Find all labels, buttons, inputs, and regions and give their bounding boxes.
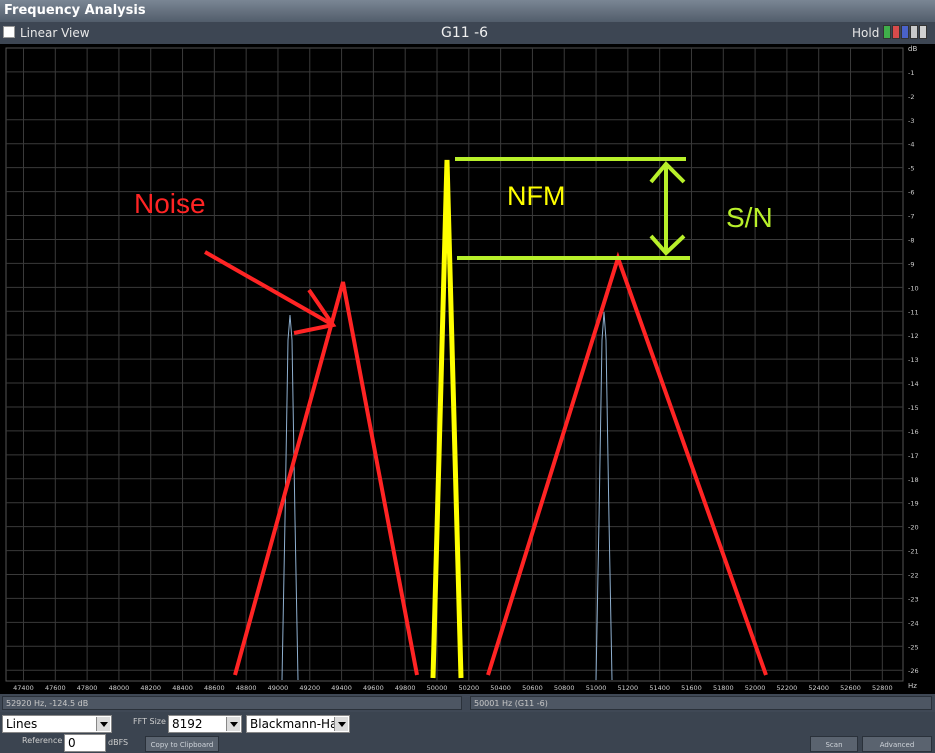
- db-tick-label: -7: [908, 213, 914, 221]
- status-bar: 52920 Hz, -124.5 dB 50001 Hz (G11 -6): [0, 694, 935, 712]
- db-tick-label: -6: [908, 189, 914, 197]
- hold-green-button[interactable]: [883, 25, 891, 39]
- frequency-tick-label: 47800: [77, 684, 98, 692]
- peak-readout: 50001 Hz (G11 -6): [470, 696, 932, 710]
- display-mode-value: Lines: [6, 717, 38, 731]
- frequency-tick-label: 51800: [713, 684, 734, 692]
- frequency-tick-label: 51200: [618, 684, 639, 692]
- db-tick-label: -21: [908, 548, 919, 556]
- copy-to-clipboard-button[interactable]: Copy to Clipboard: [145, 736, 219, 752]
- display-mode-select[interactable]: Lines: [2, 715, 112, 733]
- fft-size-select[interactable]: 8192: [168, 715, 242, 733]
- hold-white-button[interactable]: [919, 25, 927, 39]
- frequency-tick-label: 50800: [554, 684, 575, 692]
- frequency-tick-label: 51600: [681, 684, 702, 692]
- hz-unit-label: Hz: [908, 682, 917, 690]
- db-tick-label: -20: [908, 524, 919, 532]
- db-tick-label: -23: [908, 595, 919, 603]
- frequency-tick-label: 51400: [649, 684, 670, 692]
- db-axis: -1 -2 -3 -4 -5 -6 -7 -8 -9 -10 -11 -12 -13 -14 -15 -16 -…: [908, 69, 919, 675]
- reference-label: Reference: [22, 736, 63, 745]
- linear-view-label: Linear View: [20, 26, 90, 40]
- db-tick-label: -4: [908, 141, 914, 149]
- reference-unit: dBFS: [108, 738, 129, 747]
- frequency-tick-label: 50000: [427, 684, 448, 692]
- db-tick-label: -19: [908, 500, 919, 508]
- scan-button[interactable]: Scan: [810, 736, 858, 752]
- channel-title: G11 -6: [441, 25, 489, 41]
- db-tick-label: -13: [908, 356, 919, 364]
- db-tick-label: -1: [908, 69, 914, 77]
- hold-label: Hold: [852, 26, 880, 40]
- frequency-tick-label: 50600: [522, 684, 543, 692]
- frequency-tick-label: 49800: [395, 684, 416, 692]
- db-tick-label: -11: [908, 308, 919, 316]
- window-title: Frequency Analysis: [0, 0, 935, 22]
- db-tick-label: -15: [908, 404, 919, 412]
- hold-gray-button[interactable]: [910, 25, 918, 39]
- display-mode-dropdown-icon[interactable]: [96, 717, 110, 731]
- db-tick-label: -17: [908, 452, 919, 460]
- db-tick-label: -26: [908, 667, 919, 675]
- noise-label: Noise: [134, 188, 206, 219]
- db-tick-label: -3: [908, 117, 914, 125]
- reference-input[interactable]: 0: [64, 734, 106, 752]
- frequency-tick-label: 49600: [363, 684, 384, 692]
- db-tick-label: -10: [908, 284, 919, 292]
- frequency-tick-label: 48000: [109, 684, 130, 692]
- control-panel: Lines FFT Size 8192 Blackmann-Har Refere…: [0, 712, 935, 753]
- db-tick-label: -2: [908, 93, 914, 101]
- cursor-readout: 52920 Hz, -124.5 dB: [2, 696, 462, 710]
- db-tick-label: -25: [908, 643, 919, 651]
- db-tick-label: -22: [908, 572, 919, 580]
- frequency-tick-label: 52800: [872, 684, 893, 692]
- frequency-tick-label: 48600: [204, 684, 225, 692]
- frequency-tick-label: 51000: [586, 684, 607, 692]
- db-tick-label: -16: [908, 428, 919, 436]
- db-unit-label: dB: [908, 45, 917, 53]
- frequency-tick-label: 49000: [268, 684, 289, 692]
- nfm-label: NFM: [507, 181, 565, 211]
- frequency-tick-label: 49400: [331, 684, 352, 692]
- window-function-value: Blackmann-Har: [250, 717, 343, 731]
- db-tick-label: -12: [908, 332, 919, 340]
- fft-size-dropdown-icon[interactable]: [226, 717, 240, 731]
- hold-blue-button[interactable]: [901, 25, 909, 39]
- frequency-tick-label: 52200: [777, 684, 798, 692]
- frequency-tick-label: 47600: [45, 684, 66, 692]
- frequency-tick-label: 48400: [172, 684, 193, 692]
- db-tick-label: -18: [908, 476, 919, 484]
- db-tick-label: -14: [908, 380, 919, 388]
- frequency-axis: 47400 47600 47800 48000 48200 48400 48600 48800…: [13, 684, 893, 692]
- fft-size-value: 8192: [172, 717, 203, 731]
- frequency-tick-label: 48800: [236, 684, 257, 692]
- spectrum-plot[interactable]: -1 -2 -3 -4 -5 -6 -7 -8 -9 -10 -11 -12 -13 -14 -15 -16 -…: [0, 44, 935, 694]
- db-tick-label: -5: [908, 165, 914, 173]
- window-function-dropdown-icon[interactable]: [334, 717, 348, 731]
- hold-red-button[interactable]: [892, 25, 900, 39]
- db-tick-label: -24: [908, 619, 919, 627]
- db-tick-label: -9: [908, 260, 914, 268]
- toolbar: Linear View G11 -6 Hold: [0, 22, 935, 44]
- frequency-tick-label: 47400: [13, 684, 34, 692]
- frequency-tick-label: 48200: [140, 684, 161, 692]
- db-tick-label: -8: [908, 236, 914, 244]
- frequency-tick-label: 52400: [808, 684, 829, 692]
- frequency-tick-label: 50400: [490, 684, 511, 692]
- advanced-button[interactable]: Advanced: [862, 736, 932, 752]
- frequency-tick-label: 50200: [458, 684, 479, 692]
- frequency-tick-label: 49200: [299, 684, 320, 692]
- fft-size-label: FFT Size: [133, 717, 166, 726]
- frequency-tick-label: 52000: [745, 684, 766, 692]
- linear-view-checkbox[interactable]: [3, 26, 15, 38]
- sn-label: S/N: [726, 202, 773, 233]
- window-function-select[interactable]: Blackmann-Har: [246, 715, 350, 733]
- frequency-tick-label: 52600: [840, 684, 861, 692]
- frequency-analysis-window: Frequency Analysis Linear View G11 -6 Ho…: [0, 0, 935, 753]
